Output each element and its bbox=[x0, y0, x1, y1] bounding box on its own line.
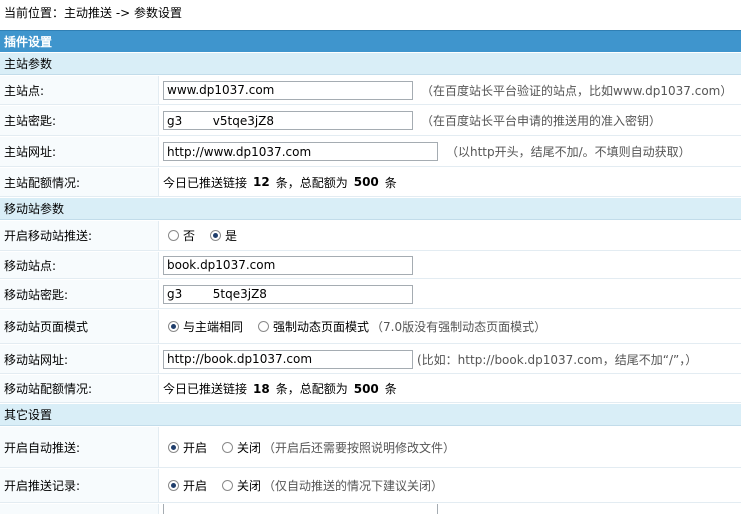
mobile-url-row: 移动站网址: (比如：http://book.dp1037.com，结尾不加“/… bbox=[0, 345, 741, 374]
push-log-off-radio[interactable] bbox=[222, 480, 234, 491]
mobile-enable-label: 开启移动站推送: bbox=[0, 221, 159, 250]
mobile-enable-yes-radio[interactable] bbox=[210, 230, 222, 241]
auto-push-on-radio[interactable] bbox=[168, 441, 179, 453]
mobile-site-input[interactable] bbox=[163, 255, 413, 275]
breadcrumb: 当前位置：主动推送 -> 参数设置 bbox=[4, 5, 182, 21]
main-quota-text: 今日已推送链接 12 条，总配额为 500 条 bbox=[160, 168, 741, 196]
main-url-label: 主站网址: bbox=[0, 137, 159, 166]
section-main-heading: 主站参数 bbox=[0, 53, 741, 75]
mobile-key-label: 移动站密匙: bbox=[0, 280, 159, 308]
main-quota-text3: 条 bbox=[384, 175, 397, 190]
mobile-quota-total: 500 bbox=[353, 381, 379, 396]
section-mobile-heading: 移动站参数 bbox=[0, 198, 741, 220]
auto-push-off-label[interactable]: 关闭 bbox=[237, 439, 261, 456]
auto-push-off-radio[interactable] bbox=[222, 441, 234, 453]
main-url-row: 主站网址: （以http开头，结尾不加/。不填则自动获取） bbox=[0, 137, 741, 167]
mobile-mode-hint: （7.0版没有强制动态页面模式） bbox=[371, 320, 547, 334]
push-log-label: 开启推送记录: bbox=[0, 469, 159, 502]
main-site-label: 主站点: bbox=[0, 76, 159, 104]
mobile-key-row: 移动站密匙: bbox=[0, 280, 741, 309]
main-quota-row: 主站配额情况: 今日已推送链接 12 条，总配额为 500 条 bbox=[0, 168, 741, 197]
main-quota-total: 500 bbox=[353, 175, 379, 189]
main-site-hint: （在百度站长平台验证的站点，比如www.dp1037.com） bbox=[421, 83, 733, 98]
main-site-input[interactable] bbox=[163, 80, 413, 100]
mobile-enable-no-radio[interactable] bbox=[168, 230, 179, 241]
mobile-enable-no-label[interactable]: 否 bbox=[183, 227, 195, 244]
push-log-hint: （仅自动推送的情况下建议关闭） bbox=[263, 479, 444, 493]
main-url-hint: （以http开头，结尾不加/。不填则自动获取） bbox=[446, 145, 691, 159]
push-log-off-label[interactable]: 关闭 bbox=[237, 477, 261, 494]
main-site-row: 主站点: （在百度站长平台验证的站点，比如www.dp1037.com） bbox=[0, 76, 741, 105]
mobile-url-hint: (比如：http://book.dp1037.com，结尾不加“/”，） bbox=[417, 352, 698, 367]
mobile-quota-label: 移动站配额情况: bbox=[0, 375, 159, 402]
mobile-enable-row: 开启移动站推送: 否 是 bbox=[0, 221, 741, 251]
mobile-enable-yes-label[interactable]: 是 bbox=[225, 227, 237, 244]
main-key-input[interactable] bbox=[163, 111, 413, 130]
mobile-quota-pushed: 18 bbox=[253, 381, 270, 396]
panel-title: 插件设置 bbox=[0, 30, 741, 52]
mobile-quota-row: 移动站配额情况: 今日已推送链接 18 条，总配额为 500 条 bbox=[0, 375, 741, 403]
section-other-heading: 其它设置 bbox=[0, 404, 741, 426]
auto-push-hint: （开启后还需要按照说明修改文件） bbox=[263, 440, 456, 455]
mobile-key-input[interactable] bbox=[163, 284, 413, 304]
mobile-url-input[interactable] bbox=[163, 349, 413, 369]
mobile-mode-same-radio[interactable] bbox=[168, 321, 179, 332]
mobile-mode-same-label[interactable]: 与主端相同 bbox=[183, 318, 243, 335]
mobile-quota-text3: 条 bbox=[384, 382, 397, 396]
main-url-input[interactable] bbox=[163, 142, 438, 161]
mobile-mode-force-label[interactable]: 强制动态页面模式 bbox=[273, 318, 369, 335]
breadcrumb-prefix: 当前位置： bbox=[4, 6, 65, 20]
mobile-quota-text1: 今日已推送链接 bbox=[163, 382, 248, 396]
partial-row bbox=[0, 504, 741, 514]
mobile-url-label: 移动站网址: bbox=[0, 345, 159, 373]
main-key-row: 主站密匙: （在百度站长平台申请的推送用的准入密钥） bbox=[0, 106, 741, 136]
main-quota-pushed: 12 bbox=[253, 175, 270, 189]
partial-row-input[interactable] bbox=[163, 504, 438, 514]
auto-push-label: 开启自动推送: bbox=[0, 427, 159, 467]
breadcrumb-path: 主动推送 -> 参数设置 bbox=[64, 6, 183, 20]
mobile-mode-force-radio[interactable] bbox=[258, 321, 270, 332]
partial-row-label bbox=[0, 504, 159, 514]
main-quota-text1: 今日已推送链接 bbox=[163, 175, 248, 190]
mobile-site-label: 移动站点: bbox=[0, 252, 159, 278]
push-log-on-label[interactable]: 开启 bbox=[183, 477, 207, 494]
main-key-label: 主站密匙: bbox=[0, 106, 159, 135]
auto-push-on-label[interactable]: 开启 bbox=[183, 439, 207, 456]
main-quota-text2: 条，总配额为 bbox=[275, 175, 348, 190]
mobile-quota-text: 今日已推送链接 18 条，总配额为 500 条 bbox=[160, 375, 741, 402]
main-key-hint: （在百度站长平台申请的推送用的准入密钥） bbox=[421, 114, 662, 128]
main-quota-label: 主站配额情况: bbox=[0, 168, 159, 196]
auto-push-row: 开启自动推送: 开启 关闭 （开启后还需要按照说明修改文件） bbox=[0, 427, 741, 468]
push-log-row: 开启推送记录: 开启 关闭 （仅自动推送的情况下建议关闭） bbox=[0, 469, 741, 503]
mobile-quota-text2: 条，总配额为 bbox=[275, 382, 348, 396]
push-log-on-radio[interactable] bbox=[168, 480, 179, 491]
mobile-mode-row: 移动站页面模式 与主端相同 强制动态页面模式 （7.0版没有强制动态页面模式） bbox=[0, 310, 741, 344]
mobile-mode-label: 移动站页面模式 bbox=[0, 310, 159, 343]
mobile-site-row: 移动站点: bbox=[0, 252, 741, 279]
